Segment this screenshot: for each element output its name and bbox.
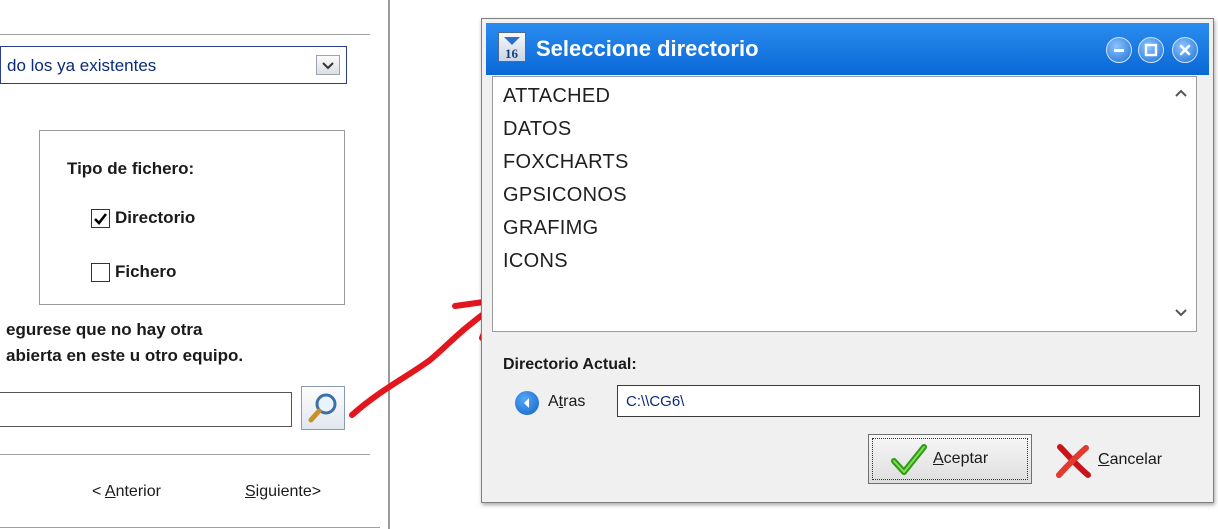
wizard-panel: do los ya existentes Tipo de fichero: Di… bbox=[0, 0, 388, 529]
close-icon bbox=[1179, 44, 1191, 56]
current-dir-value: C:\\CG6\ bbox=[626, 393, 685, 410]
list-item[interactable]: FOXCHARTS bbox=[503, 151, 629, 174]
list-item[interactable]: GPSICONOS bbox=[503, 184, 627, 207]
browse-button[interactable] bbox=[301, 386, 345, 430]
accept-label: Aceptar bbox=[933, 450, 989, 467]
directory-list[interactable]: ATTACHED DATOS FOXCHARTS GPSICONOS GRAFI… bbox=[492, 76, 1197, 332]
back-arrow-icon bbox=[524, 398, 529, 408]
svg-text:16: 16 bbox=[505, 46, 519, 61]
next-button[interactable]: Siguiente> bbox=[245, 483, 321, 501]
checkmark-icon bbox=[94, 213, 108, 225]
filetype-label: Tipo de fichero: bbox=[67, 159, 195, 178]
warning-line1: egurese que no hay otra bbox=[6, 320, 203, 339]
path-input[interactable] bbox=[0, 392, 292, 427]
bottom-divider bbox=[0, 454, 370, 455]
maximize-button[interactable] bbox=[1138, 37, 1164, 63]
mode-combobox[interactable]: do los ya existentes bbox=[0, 46, 347, 84]
dialog-title: Seleccione directorio bbox=[536, 36, 759, 61]
minimize-icon bbox=[1114, 49, 1124, 52]
directory-label: Directorio bbox=[115, 208, 196, 227]
app-logo-icon: 16 bbox=[504, 37, 520, 61]
scroll-down-icon[interactable] bbox=[1174, 307, 1188, 319]
previous-button[interactable]: < Anterior bbox=[92, 483, 161, 501]
warning-line2: abierta en este u otro equipo. bbox=[6, 346, 244, 365]
top-divider bbox=[0, 34, 370, 35]
list-item[interactable]: ICONS bbox=[503, 250, 568, 273]
select-directory-dialog: 16 Seleccione directorio ATTACHED DATOS … bbox=[481, 18, 1214, 503]
directory-checkbox[interactable] bbox=[91, 209, 110, 228]
filetype-group: Tipo de fichero: Directorio Fichero bbox=[39, 130, 345, 305]
combo-dropdown-button[interactable] bbox=[316, 55, 340, 75]
close-button[interactable] bbox=[1172, 37, 1198, 63]
current-dir-label: Directorio Actual: bbox=[503, 356, 637, 373]
chevron-down-icon bbox=[322, 62, 334, 70]
combo-value: do los ya existentes bbox=[7, 56, 157, 75]
cancel-label: Cancelar bbox=[1098, 451, 1163, 468]
magnifier-icon bbox=[308, 393, 337, 423]
cancel-button[interactable]: Cancelar bbox=[1054, 439, 1194, 483]
list-item[interactable]: DATOS bbox=[503, 118, 572, 141]
accept-button[interactable]: Aceptar bbox=[868, 434, 1032, 484]
file-checkbox[interactable] bbox=[91, 263, 110, 282]
footer-divider bbox=[0, 527, 380, 528]
app-icon: 16 bbox=[498, 32, 526, 62]
back-button[interactable]: Atras bbox=[548, 393, 585, 411]
list-item[interactable]: ATTACHED bbox=[503, 85, 610, 108]
scroll-up-icon[interactable] bbox=[1174, 87, 1188, 99]
panel-separator bbox=[388, 0, 390, 529]
maximize-icon bbox=[1144, 43, 1158, 57]
list-item[interactable]: GRAFIMG bbox=[503, 217, 598, 240]
red-x-icon bbox=[1056, 444, 1091, 478]
back-icon[interactable] bbox=[515, 391, 539, 415]
green-check-icon bbox=[891, 444, 927, 475]
current-dir-field[interactable]: C:\\CG6\ bbox=[617, 385, 1200, 417]
file-label: Fichero bbox=[115, 262, 177, 281]
minimize-button[interactable] bbox=[1106, 37, 1132, 63]
dialog-titlebar[interactable]: 16 Seleccione directorio bbox=[486, 23, 1209, 75]
